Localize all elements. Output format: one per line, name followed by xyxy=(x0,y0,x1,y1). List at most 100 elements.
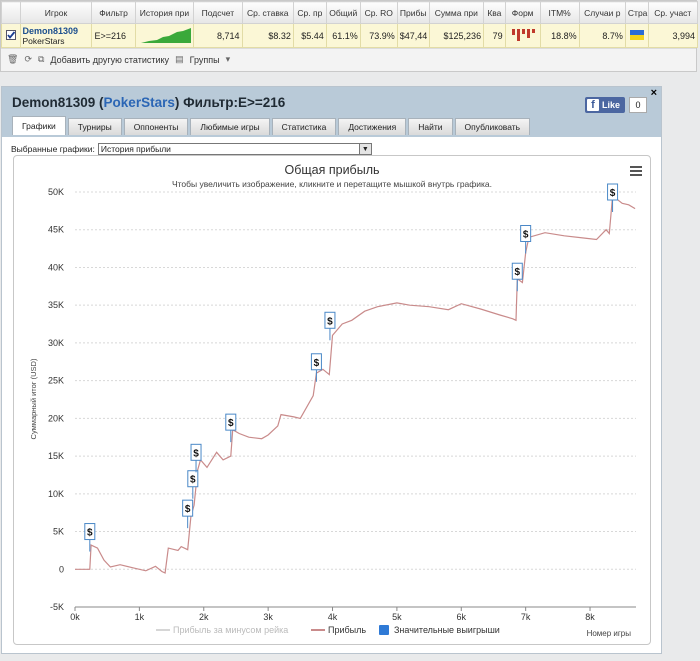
dollar-icon: $ xyxy=(523,230,529,241)
y-tick-label: 10K xyxy=(48,489,64,499)
history-sparkline-cell xyxy=(134,23,195,48)
column-header[interactable]: Сумма при xyxy=(428,1,485,24)
avg-roi-cell: 73.9% xyxy=(359,23,398,48)
column-header[interactable]: Подсчет xyxy=(193,1,243,24)
chart-select-row: Выбранные графики: История прибыли ▼ xyxy=(11,143,372,155)
chart-container[interactable]: Общая прибыль Чтобы увеличить изображение… xyxy=(13,155,651,645)
y-tick-label: 5K xyxy=(53,527,64,537)
add-stats-icon[interactable]: ⧉ xyxy=(38,54,44,65)
x-tick-label: 3k xyxy=(263,612,273,622)
profit-series-line xyxy=(75,194,636,574)
column-header[interactable]: Ср. пр xyxy=(292,1,327,24)
menu-icon[interactable] xyxy=(630,166,642,176)
tab-7[interactable]: Опубликовать xyxy=(454,118,531,135)
column-header[interactable]: Игрок xyxy=(19,1,93,24)
column-header[interactable]: Ср. RO xyxy=(359,1,398,24)
column-header[interactable]: Стра xyxy=(624,1,649,24)
facebook-like-count: 0 xyxy=(629,97,647,113)
column-header[interactable]: Случаи р xyxy=(578,1,626,24)
form-bars xyxy=(511,28,535,41)
dollar-icon: $ xyxy=(610,188,616,199)
column-header[interactable]: Форм xyxy=(504,1,541,24)
dollar-icon: $ xyxy=(327,316,333,327)
x-tick-label: 8k xyxy=(585,612,595,622)
dollar-icon: $ xyxy=(185,504,191,515)
dollar-icon: $ xyxy=(228,418,234,429)
player-name[interactable]: Demon81309 xyxy=(23,26,90,36)
stats-window: Игрок Фильтр История при Подсчет Ср. ставка С… xyxy=(0,0,699,72)
itm-cell: 18.8% xyxy=(539,23,580,48)
legend-bigwin-marker xyxy=(379,625,389,635)
column-header[interactable]: История при xyxy=(134,1,195,24)
y-tick-label: 30K xyxy=(48,338,64,348)
tab-5[interactable]: Достижения xyxy=(338,118,407,135)
add-stats-button[interactable]: Добавить другую статистику xyxy=(50,55,169,65)
q-cell: 79 xyxy=(483,23,506,48)
column-header[interactable]: Ср. участ xyxy=(647,1,699,24)
y-tick-label: 25K xyxy=(48,376,64,386)
facebook-icon: f xyxy=(587,99,599,111)
column-header[interactable]: Прибы xyxy=(396,1,430,24)
trash-icon[interactable]: 🗑 xyxy=(7,54,18,65)
chevron-down-icon[interactable]: ▾ xyxy=(226,54,231,65)
column-header[interactable]: Ср. ставка xyxy=(241,1,294,24)
column-header[interactable]: Ква xyxy=(483,1,506,24)
table-header-row: Игрок Фильтр История при Подсчет Ср. ставка С… xyxy=(1,1,699,24)
chevron-down-icon[interactable]: ▼ xyxy=(358,144,371,154)
chart-select-label: Выбранные графики: xyxy=(11,144,95,154)
profit-chart[interactable]: Общая прибыль Чтобы увеличить изображение… xyxy=(14,156,650,644)
country-cell xyxy=(624,23,649,48)
y-tick-label: 20K xyxy=(48,413,64,423)
legend-bigwin-label: Значительные выигрыши xyxy=(394,625,500,635)
y-tick-label: 35K xyxy=(48,300,64,310)
avg-profit-cell: $5.44 xyxy=(292,23,327,48)
avg-entrants-cell: 3,994 xyxy=(647,23,699,48)
table-row[interactable]: Demon81309 PokerStars E>=216 8,714 $8.32… xyxy=(1,23,699,48)
y-tick-label: 0 xyxy=(59,564,64,574)
x-tick-label: 2k xyxy=(199,612,209,622)
panel-title: Demon81309 (PokerStars) Фильтр:E>=216 xyxy=(12,95,286,110)
tab-4[interactable]: Статистика xyxy=(271,118,337,135)
y-tick-label: 50K xyxy=(48,187,64,197)
panel-site-link[interactable]: PokerStars xyxy=(104,95,175,110)
dollar-icon: $ xyxy=(193,448,199,459)
x-tick-label: 6k xyxy=(457,612,467,622)
panel-player-name: Demon81309 xyxy=(12,95,96,110)
x-tick-label: 0k xyxy=(70,612,80,622)
dollar-icon: $ xyxy=(515,267,521,278)
chart-select-value: История прибыли xyxy=(100,144,171,154)
y-axis-label: Суммарный итог (USD) xyxy=(29,358,38,439)
tab-2[interactable]: Оппоненты xyxy=(123,118,189,135)
x-tick-label: 4k xyxy=(328,612,338,622)
row-checkbox-cell[interactable] xyxy=(1,23,21,48)
groups-icon[interactable]: ▤ xyxy=(175,54,184,65)
tab-3[interactable]: Любимые игры xyxy=(190,118,270,135)
refresh-icon[interactable]: ⟳ xyxy=(24,54,32,65)
y-tick-label: 15K xyxy=(48,451,64,461)
sum-prize-cell: $125,236 xyxy=(428,23,485,48)
column-header[interactable]: ITM% xyxy=(539,1,580,24)
avg-stake-cell: $8.32 xyxy=(241,23,294,48)
column-header[interactable]: Фильтр xyxy=(91,1,136,24)
x-tick-label: 5k xyxy=(392,612,402,622)
total-cell: 61.1% xyxy=(325,23,361,48)
column-header[interactable]: Общий xyxy=(325,1,361,24)
groups-button[interactable]: Группы xyxy=(190,55,220,65)
tab-6[interactable]: Найти xyxy=(408,118,453,135)
tab-1[interactable]: Турниры xyxy=(67,118,122,135)
close-icon[interactable]: × xyxy=(651,87,657,99)
column-header[interactable] xyxy=(1,1,21,24)
chart-select[interactable]: История прибыли ▼ xyxy=(97,143,372,155)
form-cell xyxy=(504,23,541,48)
player-cell[interactable]: Demon81309 PokerStars xyxy=(19,23,93,48)
chart-subtitle: Чтобы увеличить изображение, кликните и … xyxy=(172,179,492,189)
x-tick-label: 1k xyxy=(135,612,145,622)
facebook-like-button[interactable]: f Like xyxy=(585,97,625,113)
history-sparkline xyxy=(141,28,192,43)
y-tick-label: 45K xyxy=(48,225,64,235)
player-panel: Demon81309 (PokerStars) Фильтр:E>=216 f … xyxy=(1,86,662,654)
dollar-icon: $ xyxy=(314,358,320,369)
tab-0[interactable]: Графики xyxy=(12,116,66,135)
row-checkbox[interactable] xyxy=(5,29,16,40)
x-axis-label: Номер игры xyxy=(587,629,632,638)
